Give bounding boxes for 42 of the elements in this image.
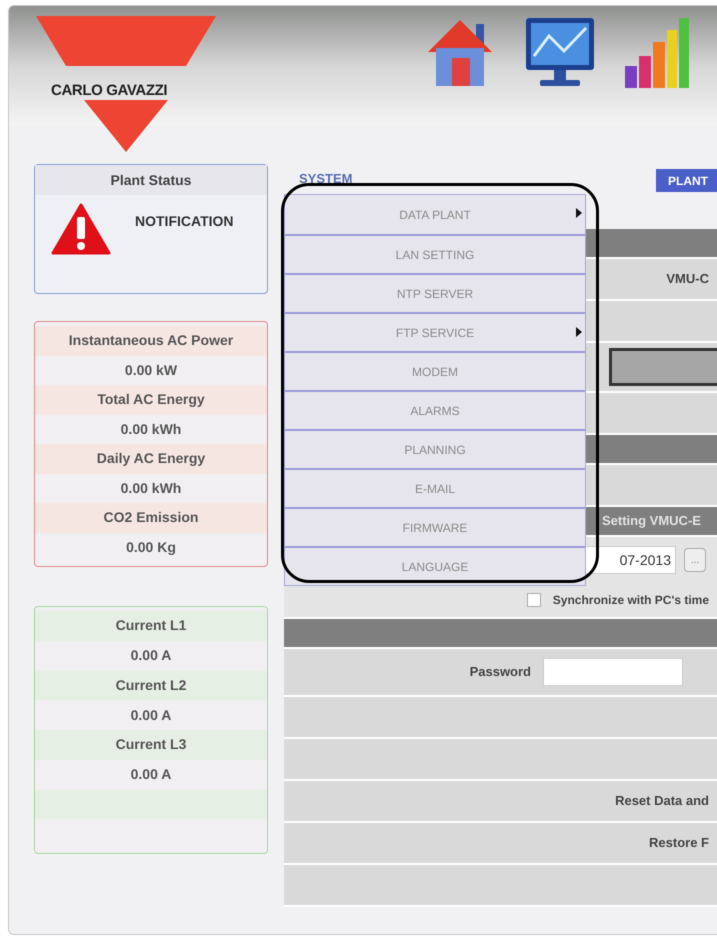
- metric-label: Daily AC Energy: [96, 449, 206, 468]
- menu-item[interactable]: ALARMS: [285, 390, 585, 429]
- row-label: VMU-C: [666, 270, 709, 288]
- menu-item[interactable]: DATA PLANT: [285, 195, 585, 234]
- section-header-text: Setting VMUC-E: [602, 512, 701, 530]
- status-text: NOTIFICATION: [135, 212, 234, 230]
- warning-icon: [51, 203, 111, 255]
- menu-item[interactable]: PLANNING: [285, 429, 585, 468]
- panel-title: Plant Status: [110, 170, 192, 190]
- empty-button[interactable]: [609, 348, 717, 386]
- menu-item[interactable]: LAN SETTING: [285, 234, 585, 273]
- password-field[interactable]: [543, 658, 683, 686]
- metric-value: 0.00 Kg: [126, 538, 176, 557]
- checkbox-label: Synchronize with PC's time: [552, 592, 709, 609]
- menu-item[interactable]: FIRMWARE: [285, 507, 585, 546]
- metric-value: 0.00 A: [130, 765, 172, 784]
- row-label: Restore F: [649, 834, 709, 852]
- checkbox[interactable]: [526, 593, 541, 607]
- metric-label: Current L1: [116, 616, 186, 636]
- metric-label: Instantaneous AC Power: [68, 331, 234, 350]
- metric-label: CO2 Emission: [104, 508, 198, 528]
- date-field[interactable]: 07-2013: [584, 546, 676, 574]
- metric-value: 0.00 kWh: [120, 420, 182, 439]
- plant-tab[interactable]: PLANT: [656, 169, 717, 192]
- metric-value: 0.00 A: [130, 706, 172, 725]
- metric-value: 0.00 A: [130, 646, 172, 666]
- logo-triangle-icon: [36, 16, 216, 152]
- field-label: Password: [470, 663, 531, 682]
- metric-label: Current L2: [116, 676, 186, 695]
- date-picker-button[interactable]: ...: [684, 548, 706, 572]
- metric-label: Current L3: [116, 735, 186, 754]
- menu-item[interactable]: LANGUAGE: [285, 546, 585, 585]
- logo-text: CARLO GAVAZZI: [51, 81, 168, 101]
- section-title: SYSTEM: [299, 170, 352, 188]
- menu-item[interactable]: MODEM: [285, 351, 585, 390]
- menu-item[interactable]: E-MAIL: [285, 468, 585, 507]
- row-label: Reset Data and: [615, 792, 709, 810]
- metric-value: 0.00 kW: [124, 360, 178, 380]
- metric-value: 0.00 kWh: [120, 478, 182, 498]
- menu-item[interactable]: FTP SERVICE: [285, 312, 585, 351]
- menu-item[interactable]: NTP SERVER: [285, 273, 585, 312]
- metric-label: Total AC Energy: [97, 390, 205, 410]
